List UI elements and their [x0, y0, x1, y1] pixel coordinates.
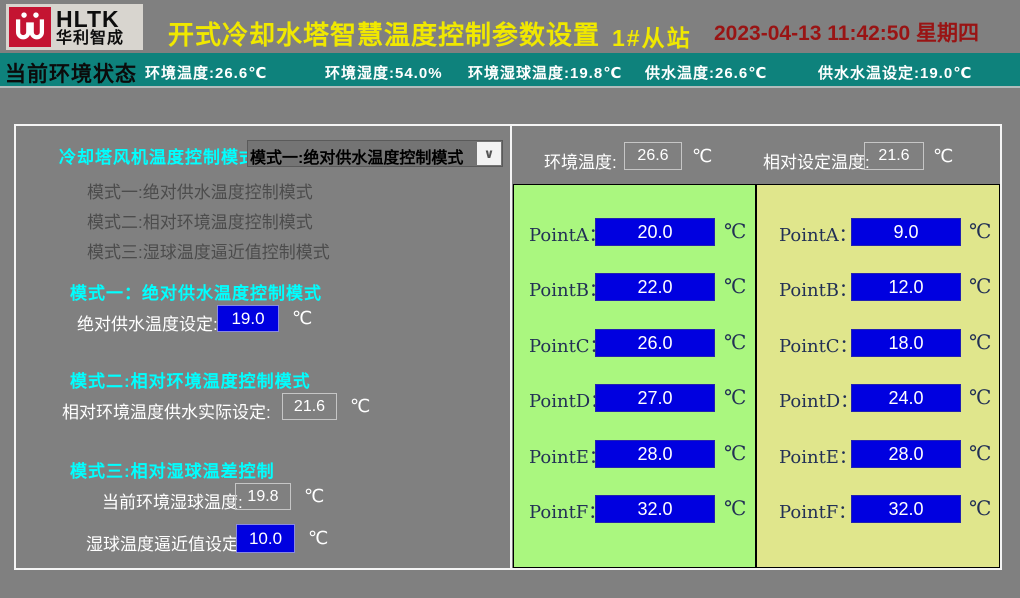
hmi-screen: HLTK 华利智成 开式冷却水塔智慧温度控制参数设置 1#从站 2023-04-…	[0, 0, 1020, 598]
metric-wet-bulb-temp: 环境湿球温度:19.8℃	[468, 62, 622, 83]
mode3-unit-1: ℃	[304, 486, 324, 507]
mode2-setpoint-label: 相对环境温度供水实际设定:	[62, 398, 271, 423]
point-c-unit: ℃	[969, 330, 991, 354]
mode3-approach-input[interactable]	[236, 524, 295, 553]
mode-option-1: 模式一:绝对供水温度控制模式	[87, 178, 313, 203]
point-a-unit: ℃	[724, 219, 746, 243]
brand-name: HLTK	[56, 8, 124, 31]
table-row: PointC： ℃	[514, 329, 755, 357]
mode2-section-title: 模式二:相对环境温度控制模式	[70, 367, 311, 392]
relative-set-temp-label: 相对设定温度:	[763, 148, 870, 173]
point-b-input[interactable]	[595, 273, 715, 301]
point-f-input[interactable]	[851, 495, 961, 523]
relative-set-temp-display: 21.6	[864, 142, 924, 170]
mode3-wetbulb-display: 19.8	[235, 483, 291, 510]
ambient-temp-display: 26.6	[624, 142, 682, 170]
point-f-unit: ℃	[969, 496, 991, 520]
table-row: PointF： ℃	[514, 495, 755, 523]
table-row: PointC： ℃	[757, 329, 999, 357]
table-row: PointB： ℃	[757, 273, 999, 301]
environment-status-bar: 当前环境状态 环境温度:26.6℃ 环境湿度:54.0% 环境湿球温度:19.8…	[0, 53, 1020, 88]
table-row: PointB： ℃	[514, 273, 755, 301]
point-e-input[interactable]	[851, 440, 961, 468]
mode2-setpoint-display: 21.6	[282, 393, 337, 420]
point-a-label: PointA：	[779, 221, 857, 247]
metric-supply-water-temp: 供水温度:26.6℃	[645, 62, 767, 83]
table-row: PointE： ℃	[514, 440, 755, 468]
mode-select-value: 模式一:绝对供水温度控制模式	[250, 144, 463, 168]
status-bar-title: 当前环境状态	[5, 58, 137, 88]
point-f-input[interactable]	[595, 495, 715, 523]
point-e-unit: ℃	[724, 441, 746, 465]
chevron-down-icon[interactable]: ∨	[477, 142, 501, 165]
hltk-logo-icon	[9, 7, 51, 47]
station-label: 1#从站	[612, 19, 692, 53]
point-d-input[interactable]	[595, 384, 715, 412]
point-d-unit: ℃	[969, 385, 991, 409]
ambient-temp-unit: ℃	[692, 146, 712, 167]
mode3-wetbulb-label: 当前环境湿球温度:	[102, 488, 243, 513]
mode1-unit: ℃	[292, 308, 312, 329]
metric-ambient-humidity: 环境湿度:54.0%	[325, 62, 443, 83]
point-c-label: PointC：	[779, 332, 858, 358]
table-row: PointD： ℃	[514, 384, 755, 412]
mode-option-2: 模式二:相对环境温度控制模式	[87, 208, 313, 233]
mode-select-label: 冷却塔风机温度控制模式	[59, 143, 257, 168]
table-row: PointA： ℃	[757, 218, 999, 246]
brand-name-cn: 华利智成	[56, 31, 124, 47]
table-row: PointF： ℃	[757, 495, 999, 523]
relative-set-temp-unit: ℃	[933, 146, 953, 167]
point-d-input[interactable]	[851, 384, 961, 412]
panel-divider	[510, 126, 512, 568]
point-c-input[interactable]	[851, 329, 961, 357]
point-a-input[interactable]	[851, 218, 961, 246]
point-b-input[interactable]	[851, 273, 961, 301]
point-e-label: PointE：	[779, 443, 857, 469]
mode1-setpoint-input[interactable]	[217, 305, 279, 332]
point-a-unit: ℃	[969, 219, 991, 243]
point-b-unit: ℃	[724, 274, 746, 298]
page-title: 开式冷却水塔智慧温度控制参数设置	[168, 15, 600, 52]
table-row: PointE： ℃	[757, 440, 999, 468]
point-d-label: PointD：	[779, 387, 858, 413]
datetime-display: 2023-04-13 11:42:50 星期四	[714, 17, 979, 47]
mode-option-3: 模式三:湿球温度逼近值控制模式	[87, 238, 330, 263]
point-f-unit: ℃	[724, 496, 746, 520]
metric-supply-water-setpoint: 供水水温设定:19.0℃	[818, 62, 972, 83]
point-c-input[interactable]	[595, 329, 715, 357]
green-point-table: PointA： ℃ PointB： ℃ PointC： ℃ PointD： ℃ …	[513, 184, 756, 568]
mode1-setpoint-label: 绝对供水温度设定:	[77, 310, 218, 335]
company-logo: HLTK 华利智成	[6, 4, 143, 50]
point-f-label: PointF：	[779, 498, 856, 524]
yellow-point-table: PointA： ℃ PointB： ℃ PointC： ℃ PointD： ℃ …	[756, 184, 1000, 568]
table-row: PointA： ℃	[514, 218, 755, 246]
point-e-input[interactable]	[595, 440, 715, 468]
mode3-section-title: 模式三:相对湿球温差控制	[70, 457, 275, 482]
mode3-unit-2: ℃	[308, 528, 328, 549]
point-b-label: PointB：	[779, 276, 857, 302]
mode2-unit: ℃	[350, 396, 370, 417]
metric-ambient-temp: 环境温度:26.6℃	[145, 62, 267, 83]
point-a-input[interactable]	[595, 218, 715, 246]
ambient-temp-label: 环境温度:	[544, 148, 617, 173]
mode3-approach-label: 湿球温度逼近值设定:	[86, 530, 244, 555]
point-e-unit: ℃	[969, 441, 991, 465]
point-c-unit: ℃	[724, 330, 746, 354]
mode-select-dropdown[interactable]: 模式一:绝对供水温度控制模式 ∨	[247, 140, 503, 167]
point-d-unit: ℃	[724, 385, 746, 409]
parameter-panel: 冷却塔风机温度控制模式 模式一:绝对供水温度控制模式 ∨ 模式一:绝对供水温度控…	[14, 124, 1002, 570]
table-row: PointD： ℃	[757, 384, 999, 412]
mode1-section-title: 模式一：绝对供水温度控制模式	[70, 279, 322, 304]
point-b-unit: ℃	[969, 274, 991, 298]
